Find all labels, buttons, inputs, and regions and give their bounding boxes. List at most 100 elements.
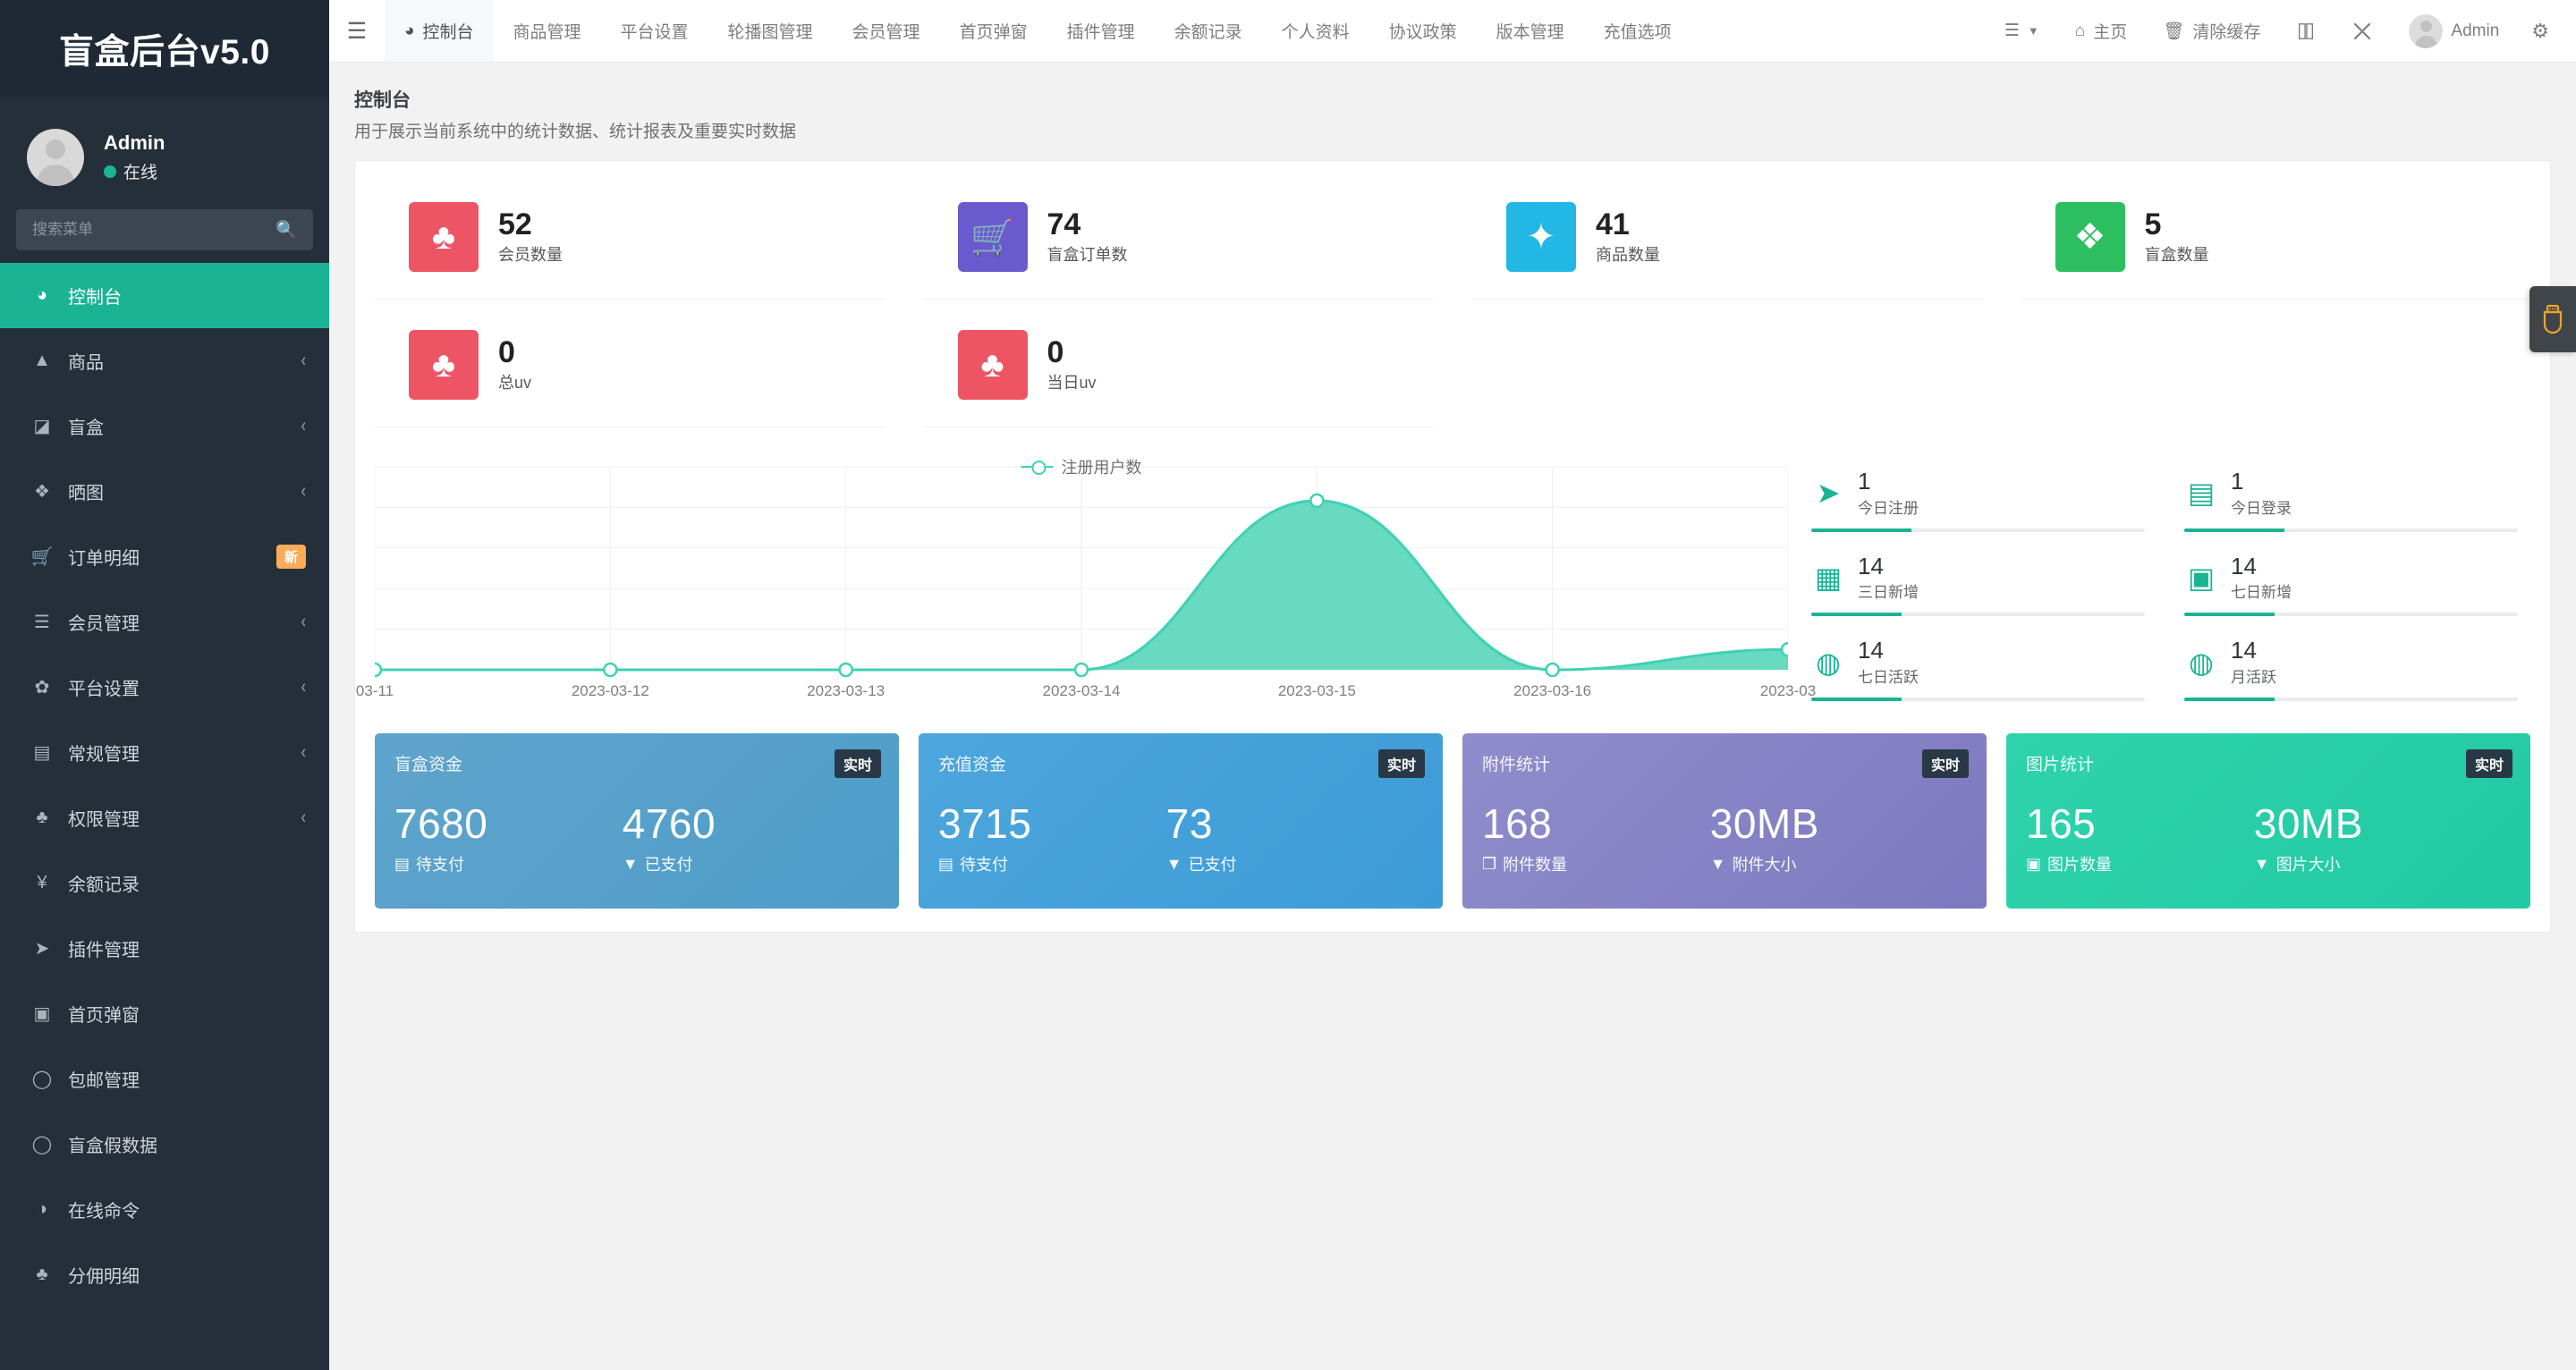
tab-9[interactable]: 协议政策 — [1369, 0, 1477, 62]
x-tick-label: 2023-03 — [1759, 682, 1817, 699]
users-icon: ♣ — [36, 808, 48, 827]
rocket-icon: ➤ — [34, 939, 50, 959]
sidebar-item-8[interactable]: ♣ 权限管理 ‹ — [0, 785, 329, 850]
panel-left-label: 待支付 — [416, 856, 465, 875]
sidebar-badge: 新 — [275, 545, 306, 569]
sidebar-item-5[interactable]: ☰ 会员管理 ‹ — [0, 589, 329, 655]
sidebar-item-12[interactable]: ◯ 包邮管理 — [0, 1046, 329, 1112]
metric-label: 三日新增 — [1858, 584, 1919, 602]
summary-panel-2[interactable]: 附件统计 实时 168 ❐ 附件数量 30MB ▼ 附件大小 — [1462, 733, 1987, 909]
stat-label: 盲盒订单数 — [1046, 245, 1128, 264]
sidebar-item-label: 商品 — [68, 353, 104, 373]
sidebar: 盲盒后台v5.0 Admin 在线 🔍 ◕ 控制台 ▲ 商品 ‹ ◪ 盲盒 ‹ ❖ 晒图 ‹ 🛒 订单明… — [0, 0, 329, 1370]
tab-3[interactable]: 轮播图管理 — [708, 0, 833, 62]
chevron-left-icon: ‹ — [301, 415, 306, 436]
sidebar-item-6[interactable]: ✿ 平台设置 ‹ — [0, 655, 329, 720]
panel-left-label: 图片数量 — [2047, 856, 2113, 875]
cart-icon: 🛒 — [30, 547, 54, 567]
tab-label: 会员管理 — [852, 23, 920, 42]
translate-button[interactable] — [2278, 0, 2334, 63]
search-icon[interactable]: 🔍 — [275, 219, 297, 241]
tab-4[interactable]: 会员管理 — [833, 0, 940, 62]
summary-panel-1[interactable]: 充值资金 实时 3715 ▤ 待支付 73 ▼ 已支付 — [919, 733, 1443, 909]
sidebar-item-9[interactable]: ¥ 余额记录 — [0, 850, 329, 916]
tab-1[interactable]: 商品管理 — [494, 0, 601, 62]
tab-0[interactable]: ◕ 控制台 — [385, 0, 494, 62]
fullscreen-button[interactable] — [2334, 0, 2391, 63]
filter-icon: ▼ — [622, 854, 639, 873]
metric-4: ◍ 14 七日活跃 — [1811, 625, 2145, 710]
sidebar-item-15[interactable]: ♣ 分佣明细 — [0, 1242, 329, 1307]
tab-10[interactable]: 版本管理 — [1477, 0, 1584, 62]
tab-6[interactable]: 插件管理 — [1047, 0, 1155, 62]
circle-icon: ◯ — [31, 1135, 53, 1154]
page-header: 控制台 用于展示当前系统中的统计数据、统计报表及重要实时数据 — [329, 63, 2576, 160]
panel-realtime-badge: 实时 — [1377, 749, 1425, 778]
panel-title: 盲盒资金 — [394, 756, 463, 774]
sidebar-item-0[interactable]: ◕ 控制台 — [0, 263, 329, 328]
home-button[interactable]: ⌂ 主页 — [2057, 0, 2146, 63]
topbar-menu-dropdown[interactable]: ☰ ▼ — [1987, 0, 2057, 63]
metric-progress — [2184, 613, 2518, 617]
sidebar-item-1[interactable]: ▲ 商品 ‹ — [0, 328, 329, 393]
metric-progress — [1811, 528, 2145, 532]
sidebar-item-13[interactable]: ◯ 盲盒假数据 — [0, 1112, 329, 1177]
settings-button[interactable]: ⚙ — [2517, 0, 2563, 63]
stat-label: 会员数量 — [498, 245, 563, 264]
stat-label: 总uv — [498, 373, 532, 392]
user-circle-icon: ◍ — [1816, 646, 1841, 679]
sidebar-item-14[interactable]: ◑ 在线命令 — [0, 1177, 329, 1242]
app-logo[interactable]: 盲盒后台v5.0 — [0, 0, 329, 98]
stat-tile-0: ♣ 52 会员数量 — [375, 172, 885, 300]
sidebar-search: 🔍 — [0, 193, 329, 263]
top-navigation: ◕ 控制台 商品管理 平台设置 轮播图管理 会员管理 首页弹窗 插件管理 余额记录 个人资料 协议政… — [385, 0, 1987, 62]
tab-7[interactable]: 余额记录 — [1155, 0, 1262, 62]
home-label: 主页 — [2093, 23, 2128, 42]
metric-2: ▦ 14 三日新增 — [1811, 541, 2145, 626]
sidebar-item-4[interactable]: 🛒 订单明细 新 — [0, 524, 329, 589]
tab-11[interactable]: 充值选项 — [1584, 0, 1691, 62]
summary-panel-0[interactable]: 盲盒资金 实时 7680 ▤ 待支付 4760 ▼ 已支付 — [375, 733, 899, 909]
hamburger-icon[interactable]: ☰ — [329, 0, 385, 62]
sidebar-item-label: 晒图 — [68, 484, 104, 503]
filter-icon: ▼ — [2253, 854, 2270, 873]
box-icon: ◪ — [33, 417, 51, 436]
tab-label: 插件管理 — [1066, 23, 1135, 42]
clear-cache-button[interactable]: 🗑 清除缓存 — [2145, 0, 2278, 63]
search-input[interactable] — [32, 221, 269, 239]
stat-label: 当日uv — [1046, 373, 1097, 392]
sidebar-user-profile[interactable]: Admin 在线 — [0, 98, 329, 193]
sidebar-item-2[interactable]: ◪ 盲盒 ‹ — [0, 393, 329, 459]
sidebar-item-7[interactable]: ▤ 常规管理 ‹ — [0, 720, 329, 785]
metric-label: 月活跃 — [2231, 668, 2276, 686]
chart-x-axis: 03-11 2023-03-12 2023-03-13 2023-03-14 2023-… — [356, 679, 1816, 706]
tab-5[interactable]: 首页弹窗 — [940, 0, 1047, 62]
side-tab-usb[interactable] — [2529, 286, 2576, 352]
account-menu[interactable]: Admin — [2391, 0, 2517, 63]
sidebar-item-label: 包邮管理 — [68, 1071, 140, 1091]
panel-left-label: 附件数量 — [1503, 856, 1568, 875]
image-icon: ▣ — [2026, 854, 2042, 873]
metric-progress — [2184, 528, 2518, 532]
sidebar-item-11[interactable]: ▣ 首页弹窗 — [0, 981, 329, 1046]
sidebar-item-3[interactable]: ❖ 晒图 ‹ — [0, 459, 329, 524]
chevron-down-icon: ▼ — [2027, 24, 2039, 38]
x-tick-label: 2023-03-13 — [807, 682, 886, 699]
metric-value: 14 — [1858, 552, 1884, 579]
sidebar-item-10[interactable]: ➤ 插件管理 — [0, 916, 329, 981]
expand-icon — [2354, 22, 2371, 39]
metric-value: 14 — [2231, 637, 2257, 664]
tab-8[interactable]: 个人资料 — [1262, 0, 1369, 62]
sidebar-item-label: 分佣明细 — [68, 1267, 140, 1287]
app-title: 盲盒后台v5.0 — [59, 33, 270, 72]
x-tick-label: 03-11 — [355, 682, 394, 699]
tab-2[interactable]: 平台设置 — [601, 0, 708, 62]
chart-legend[interactable]: 注册用户数 — [1021, 455, 1142, 478]
stat-value: 52 — [498, 207, 532, 241]
users-icon: ♣ — [36, 1264, 48, 1284]
gear-icon: ✿ — [34, 678, 50, 698]
database-icon: ▤ — [33, 743, 51, 763]
rocket-icon: ➤ — [1816, 477, 1841, 510]
summary-panel-3[interactable]: 图片统计 实时 165 ▣ 图片数量 30MB ▼ 图片大小 — [2006, 733, 2530, 909]
registration-chart[interactable]: 注册用户数 03-11 2023-03-12 2023-03-13 2023-03-1… — [356, 451, 1816, 710]
